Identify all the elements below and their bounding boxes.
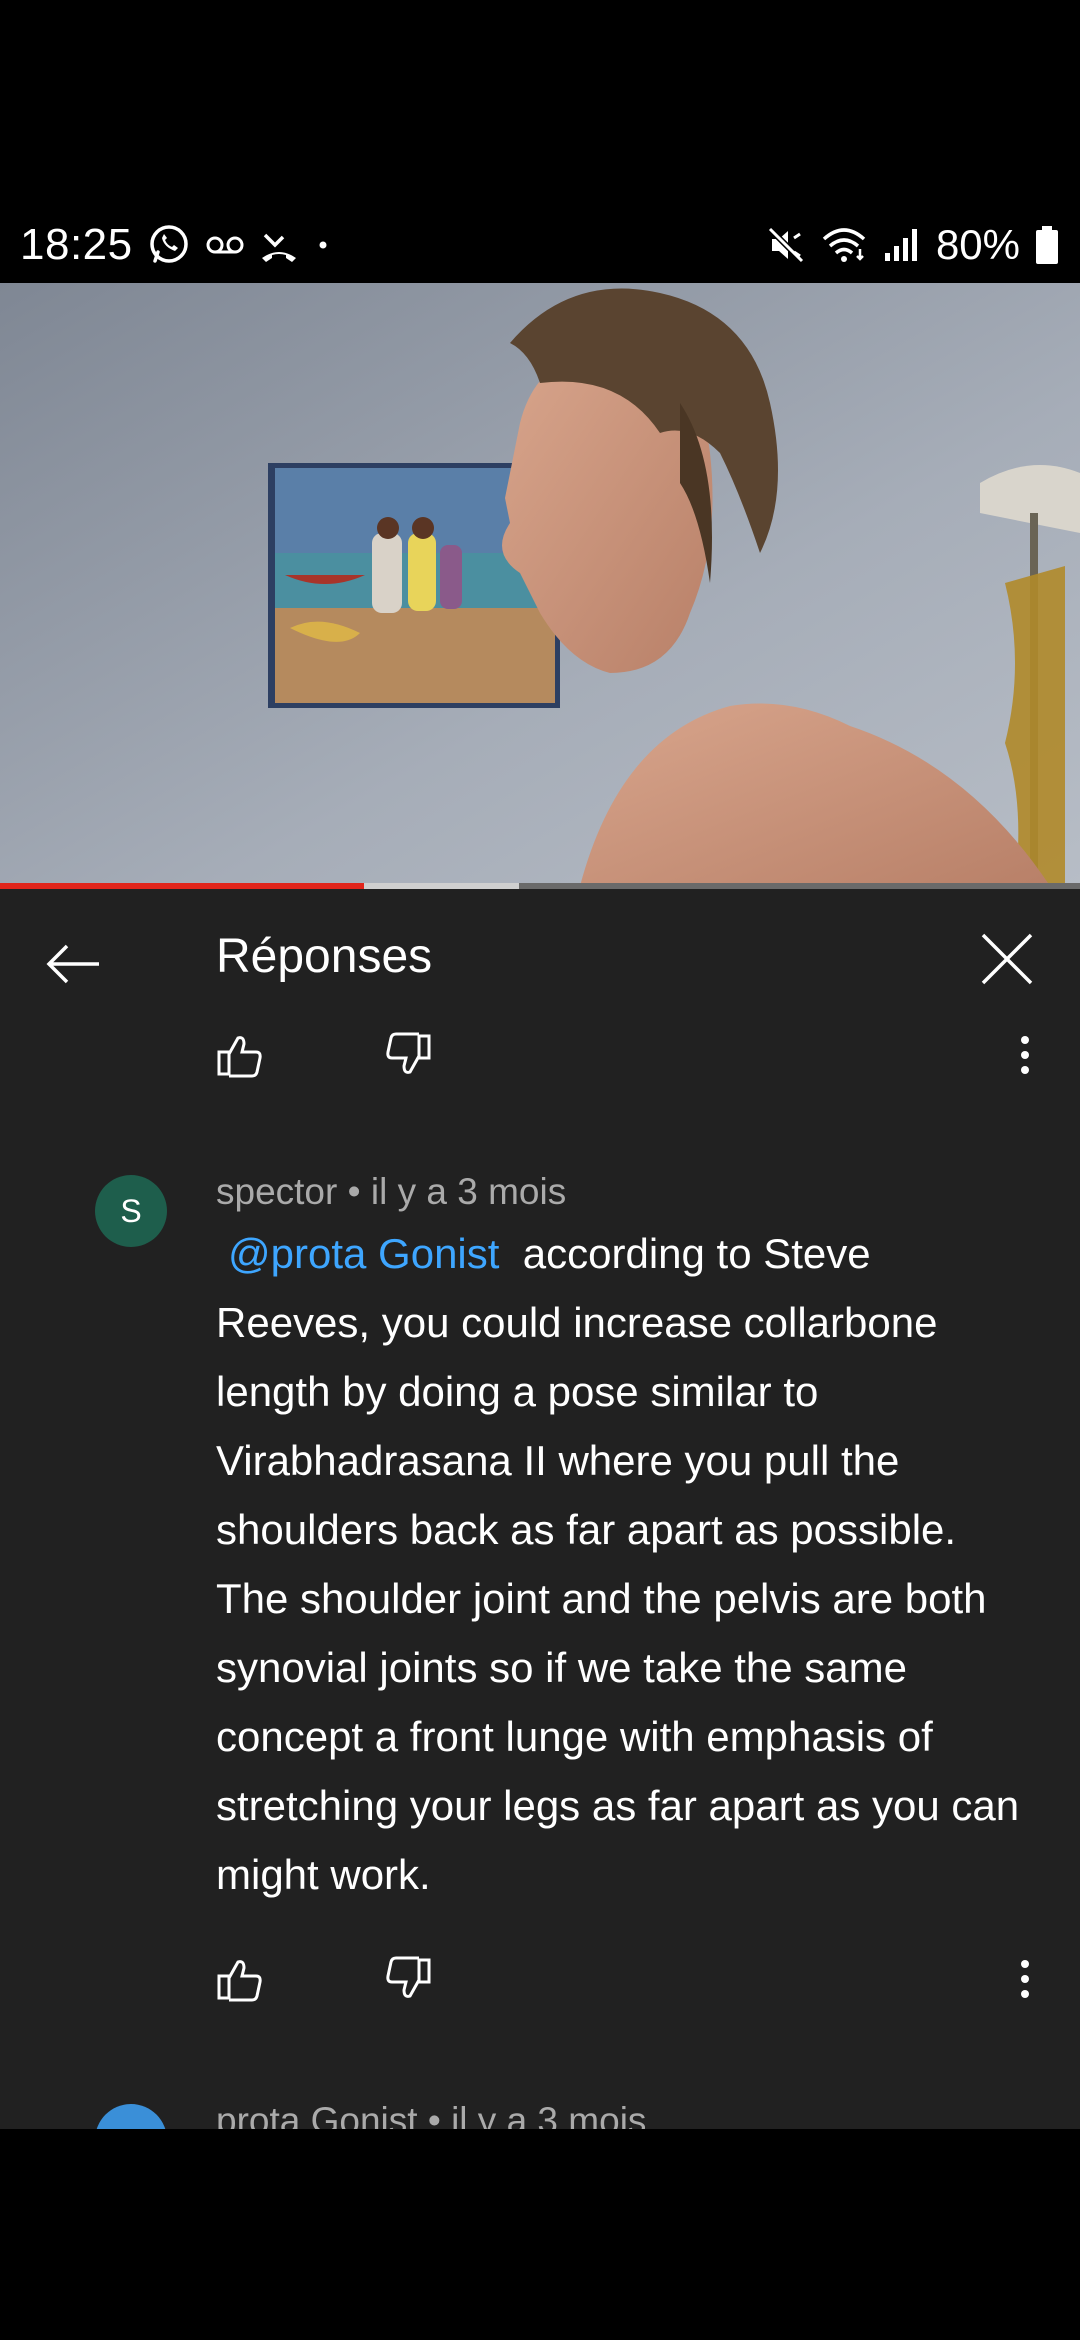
status-time: 18:25 bbox=[20, 220, 133, 269]
wifi-icon bbox=[820, 225, 868, 265]
comment-time: il y a 3 mois bbox=[451, 2100, 647, 2129]
mute-icon bbox=[766, 225, 806, 265]
comment-text: according to Steve Reeves, you could inc… bbox=[216, 1230, 1020, 1898]
dot-icon bbox=[313, 235, 333, 255]
comment-actions bbox=[0, 1939, 1080, 2019]
thumbs-down-icon bbox=[386, 1956, 431, 1998]
back-button[interactable] bbox=[38, 929, 108, 999]
comment-author[interactable]: prota Gonist bbox=[216, 2100, 418, 2129]
missed-call-icon bbox=[259, 225, 299, 265]
video-frame bbox=[0, 283, 1080, 886]
comment-meta: spector • il y a 3 mois bbox=[216, 1171, 566, 1213]
comment-actions-prev bbox=[0, 1015, 1080, 1095]
like-button[interactable] bbox=[210, 1949, 270, 2009]
video-player[interactable] bbox=[0, 283, 1080, 886]
battery-icon bbox=[1034, 225, 1060, 265]
meta-separator: • bbox=[347, 1171, 371, 1212]
like-button[interactable] bbox=[210, 1025, 270, 1085]
dislike-button[interactable] bbox=[378, 1025, 438, 1085]
avatar-letter: S bbox=[120, 1192, 142, 1229]
close-button[interactable] bbox=[972, 924, 1042, 994]
more-vertical-icon bbox=[1021, 1960, 1029, 1998]
replies-panel: Réponses S spector • il y a 3 mois @prot… bbox=[0, 889, 1080, 2129]
battery-percentage: 80% bbox=[935, 221, 1020, 268]
meta-separator: • bbox=[427, 2100, 452, 2129]
more-options-button[interactable] bbox=[1000, 1949, 1050, 2009]
status-bar: 18:25 80% bbox=[0, 200, 1080, 290]
signal-icon bbox=[882, 225, 922, 265]
thumbs-down-icon bbox=[386, 1032, 431, 1074]
navigation-area bbox=[0, 2129, 1080, 2340]
close-icon bbox=[981, 933, 1033, 985]
comment-mention[interactable]: @prota Gonist bbox=[216, 1230, 499, 1277]
comment-meta: prota Gonist • il y a 3 mois bbox=[216, 2100, 646, 2129]
panel-header: Réponses bbox=[0, 889, 1080, 1034]
comment-time: il y a 3 mois bbox=[370, 1171, 567, 1212]
comment-author[interactable]: spector bbox=[216, 1171, 337, 1212]
comment-body: @prota Gonist according to Steve Reeves,… bbox=[216, 1219, 1036, 1909]
thumbs-up-icon bbox=[217, 1960, 262, 2002]
voicemail-icon bbox=[205, 233, 245, 257]
dislike-button[interactable] bbox=[378, 1949, 438, 2009]
more-options-button[interactable] bbox=[1000, 1025, 1050, 1085]
avatar[interactable]: S bbox=[95, 1175, 167, 1247]
more-vertical-icon bbox=[1021, 1036, 1029, 1074]
whatsapp-icon bbox=[147, 223, 191, 267]
panel-title: Réponses bbox=[216, 930, 433, 983]
avatar-letter: p bbox=[122, 2122, 140, 2130]
thumbs-up-icon bbox=[217, 1036, 262, 1078]
arrow-left-icon bbox=[46, 944, 99, 984]
avatar[interactable]: p bbox=[95, 2104, 167, 2129]
